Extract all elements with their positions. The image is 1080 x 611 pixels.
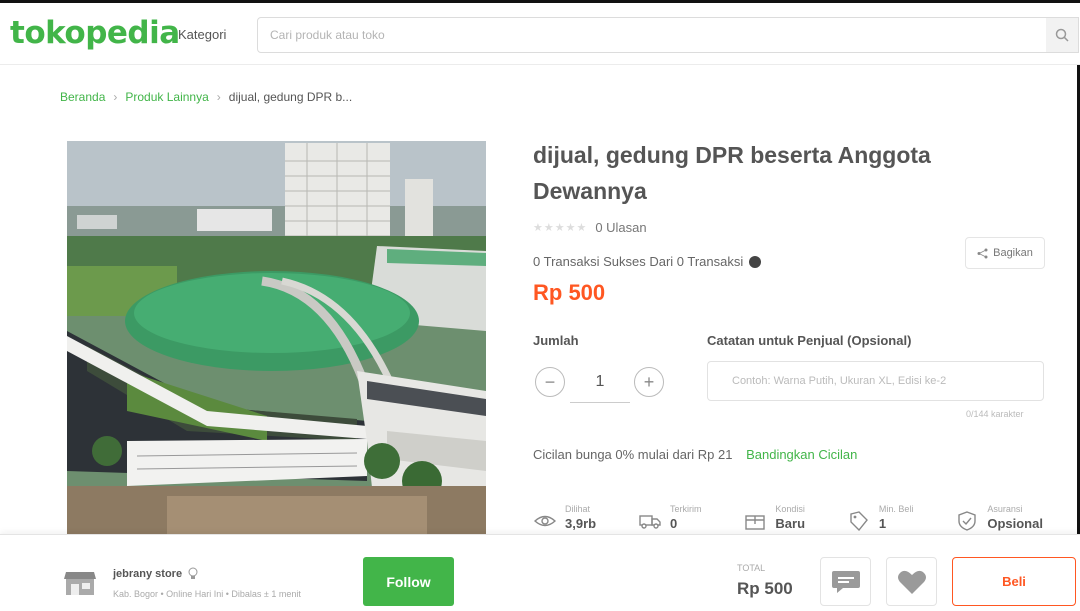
- kategori-menu[interactable]: Kategori: [178, 27, 226, 42]
- search-input[interactable]: [270, 18, 1050, 52]
- stat-label: Kondisi: [775, 504, 805, 514]
- info-icon[interactable]: [749, 255, 762, 268]
- sticky-purchase-bar: jebrany store Kab. Bogor • Online Hari I…: [0, 534, 1080, 611]
- stat-value: 0: [669, 516, 678, 531]
- quantity-label: Jumlah: [533, 333, 579, 348]
- store-meta: Kab. Bogor • Online Hari Ini • Dibalas ±…: [113, 589, 301, 599]
- transaction-text: 0 Transaksi Sukses Dari 0 Transaksi: [533, 254, 744, 269]
- compare-installment-link[interactable]: Bandingkan Cicilan: [746, 447, 857, 462]
- breadcrumb-produk-lainnya[interactable]: Produk Lainnya: [125, 90, 208, 104]
- heart-icon: [897, 570, 926, 594]
- seller-note-label: Catatan untuk Penjual (Opsional): [707, 333, 912, 348]
- share-label: Bagikan: [993, 247, 1033, 259]
- chat-icon: [831, 570, 860, 593]
- stat-value: Baru: [775, 516, 806, 531]
- stat-dilihat: Dilihat 3,9rb: [533, 503, 596, 535]
- quantity-stepper: − 1 +: [533, 363, 668, 403]
- search-icon: [1055, 28, 1069, 42]
- quantity-value[interactable]: 1: [570, 363, 630, 403]
- stat-min-beli: Min. Beli 1: [847, 503, 914, 535]
- increase-quantity-button[interactable]: +: [634, 367, 664, 397]
- search-bar: [257, 17, 1079, 53]
- product-image[interactable]: [67, 141, 486, 534]
- eye-icon: [533, 509, 557, 533]
- breadcrumb-current: dijual, gedung DPR b...: [228, 90, 353, 104]
- share-button[interactable]: Bagikan: [965, 237, 1045, 269]
- store-name-label: jebrany store: [113, 567, 183, 580]
- stat-label: Dilihat: [565, 504, 591, 514]
- breadcrumb-separator: ›: [216, 90, 221, 104]
- stat-asuransi: Asuransi Opsional: [955, 503, 1043, 535]
- stat-value: 1: [878, 516, 887, 531]
- search-button[interactable]: [1046, 18, 1078, 52]
- installment-info: Cicilan bunga 0% mulai dari Rp 21 Bandin…: [533, 447, 857, 462]
- total-value: Rp 500: [737, 579, 793, 598]
- product-stats: Dilihat 3,9rb Terkirim 0 Kondisi Baru Mi…: [533, 503, 1043, 535]
- dpr-building-photo: [67, 141, 486, 534]
- product-rating: ★★★★★ 0 Ulasan: [533, 220, 647, 235]
- stat-value: Opsional: [987, 516, 1043, 531]
- review-count[interactable]: 0 Ulasan: [595, 220, 646, 235]
- product-price: Rp 500: [533, 280, 606, 305]
- installment-text: Cicilan bunga 0% mulai dari Rp 21: [533, 447, 733, 462]
- truck-icon: [638, 509, 662, 533]
- chat-button[interactable]: [820, 557, 871, 606]
- minus-icon: −: [544, 371, 556, 392]
- decrease-quantity-button[interactable]: −: [535, 367, 565, 397]
- plus-icon: +: [643, 371, 655, 392]
- stat-value: 3,9rb: [565, 516, 597, 531]
- stat-kondisi: Kondisi Baru: [743, 503, 805, 535]
- box-icon: [743, 509, 767, 533]
- store-name[interactable]: jebrany store: [113, 567, 198, 580]
- char-counter: 0/144 karakter: [966, 409, 1024, 419]
- lightbulb-icon: [188, 567, 198, 579]
- stat-terkirim: Terkirim 0: [638, 503, 702, 535]
- breadcrumb-separator: ›: [113, 90, 118, 104]
- stat-label: Min. Beli: [878, 504, 914, 514]
- breadcrumb-beranda[interactable]: Beranda: [60, 90, 105, 104]
- transaction-summary: 0 Transaksi Sukses Dari 0 Transaksi: [533, 254, 762, 269]
- seller-note-field: [707, 361, 1044, 401]
- rating-stars-icon: ★★★★★: [533, 222, 588, 234]
- follow-button[interactable]: Follow: [363, 557, 454, 606]
- seller-note-input[interactable]: [732, 362, 1042, 400]
- stat-label: Asuransi: [987, 504, 1023, 514]
- header: tokopedia Kategori: [0, 3, 1080, 65]
- wishlist-button[interactable]: [886, 557, 937, 606]
- share-icon: [977, 248, 988, 258]
- tag-icon: [847, 509, 871, 533]
- buy-button[interactable]: Beli: [952, 557, 1076, 606]
- breadcrumb: Beranda › Produk Lainnya › dijual, gedun…: [60, 90, 352, 104]
- shield-icon: [955, 509, 979, 533]
- product-title: dijual, gedung DPR beserta Anggota Dewan…: [533, 142, 931, 204]
- stat-label: Terkirim: [669, 504, 702, 514]
- store-icon[interactable]: [63, 569, 97, 597]
- total-label: TOTAL: [737, 563, 766, 573]
- tokopedia-logo[interactable]: tokopedia: [10, 15, 180, 51]
